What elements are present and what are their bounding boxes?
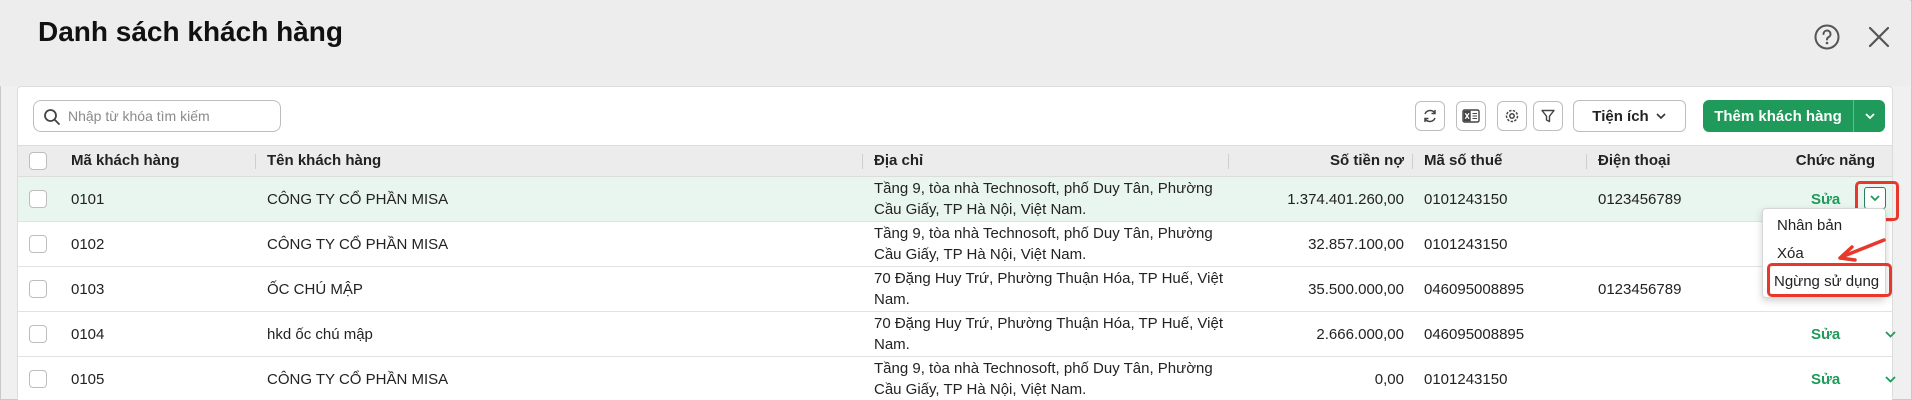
search-input[interactable] (68, 105, 273, 127)
excel-icon (1462, 109, 1480, 123)
customer-name: CÔNG TY CỔ PHẦN MISA (267, 370, 449, 388)
customer-tax-code: 046095008895 (1424, 325, 1525, 343)
refresh-button[interactable] (1415, 101, 1445, 131)
row-checkbox[interactable] (29, 280, 47, 298)
customer-address: 70 Đặng Huy Trứ, Phường Thuận Hóa, TP Hu… (874, 270, 1224, 308)
annotation-arrow-icon (1838, 238, 1886, 262)
customer-address: Tầng 9, tòa nhà Technosoft, phố Duy Tân,… (874, 360, 1213, 398)
table-header: Mã khách hàng Tên khách hàng Địa chỉ Số … (18, 145, 1892, 177)
refresh-icon (1424, 109, 1436, 123)
col-phone[interactable]: Điện thoại (1586, 146, 1671, 176)
search-box[interactable] (33, 100, 281, 132)
page-title: Danh sách khách hàng (38, 16, 343, 47)
table-row[interactable]: 0101 CÔNG TY CỔ PHẦN MISA Tầng 9, tòa nh… (18, 177, 1892, 222)
customer-tax-code: 0101243150 (1424, 370, 1508, 388)
customer-phone: 0123456789 (1598, 280, 1682, 298)
row-checkbox[interactable] (29, 370, 47, 388)
chevron-down-icon[interactable] (1884, 375, 1897, 384)
row-checkbox[interactable] (29, 235, 47, 253)
customer-tax-code: 0101243150 (1424, 235, 1508, 253)
edit-link[interactable]: Sửa (1811, 357, 1840, 400)
customer-phone: 0123456789 (1598, 190, 1682, 208)
row-checkbox[interactable] (29, 190, 47, 208)
col-action: Chức năng (1795, 152, 1875, 169)
settings-button[interactable] (1497, 101, 1527, 131)
customer-name: ỐC CHÚ MẬP (267, 280, 363, 298)
customer-debt: 35.500.000,00 (1308, 280, 1404, 298)
customer-debt: 0,00 (1374, 370, 1404, 388)
table-row[interactable]: 0103 ỐC CHÚ MẬP 70 Đặng Huy Trứ, Phường … (18, 267, 1892, 312)
customer-address: 70 Đặng Huy Trứ, Phường Thuận Hóa, TP Hu… (874, 315, 1224, 353)
add-customer-button-group: Thêm khách hàng (1703, 100, 1885, 132)
filter-button[interactable] (1533, 101, 1563, 131)
customer-code: 0103 (71, 280, 105, 298)
customer-code: 0105 (71, 370, 105, 388)
select-all-checkbox[interactable] (29, 152, 47, 170)
customer-address: Tầng 9, tòa nhà Technosoft, phố Duy Tân,… (874, 180, 1213, 218)
chevron-down-icon (1656, 113, 1666, 120)
table-row[interactable]: 0105 CÔNG TY CỔ PHẦN MISA Tầng 9, tòa nh… (18, 357, 1896, 400)
close-icon[interactable] (1866, 24, 1892, 50)
customer-name: hkd ốc chú mập (267, 325, 373, 343)
col-address[interactable]: Địa chỉ (861, 146, 923, 176)
chevron-down-icon (1864, 113, 1875, 120)
annotation-highlight-deactivate (1767, 263, 1892, 297)
row-checkbox[interactable] (29, 325, 47, 343)
col-name[interactable]: Tên khách hàng (254, 146, 381, 176)
filter-icon (1541, 109, 1555, 123)
customer-debt: 2.666.000,00 (1316, 325, 1404, 343)
help-icon[interactable] (1813, 23, 1841, 51)
customer-name: CÔNG TY CỔ PHẦN MISA (267, 235, 449, 253)
search-icon (44, 109, 60, 125)
customer-address: Tầng 9, tòa nhà Technosoft, phố Duy Tân,… (874, 225, 1213, 263)
utilities-label: Tiện ích (1592, 107, 1649, 125)
export-excel-button[interactable] (1456, 101, 1486, 131)
customer-debt: 1.374.401.260,00 (1287, 190, 1404, 208)
menu-item-duplicate[interactable]: Nhân bản (1777, 217, 1842, 234)
customer-debt: 32.857.100,00 (1308, 235, 1404, 253)
customer-code: 0104 (71, 325, 105, 343)
add-customer-button[interactable]: Thêm khách hàng (1703, 100, 1853, 132)
add-customer-more-button[interactable] (1853, 100, 1885, 132)
col-debt[interactable]: Số tiền nợ (1228, 146, 1404, 176)
edit-link[interactable]: Sửa (1811, 312, 1840, 356)
customer-name: CÔNG TY CỔ PHẦN MISA (267, 190, 449, 208)
menu-item-delete[interactable]: Xóa (1777, 245, 1804, 262)
customer-tax-code: 0101243150 (1424, 190, 1508, 208)
settings-icon (1505, 109, 1519, 123)
customer-code: 0102 (71, 235, 105, 253)
customer-code: 0101 (71, 190, 105, 208)
customer-tax-code: 046095008895 (1424, 280, 1525, 298)
col-code[interactable]: Mã khách hàng (71, 146, 179, 176)
utilities-dropdown[interactable]: Tiện ích (1573, 100, 1686, 132)
table-row[interactable]: 0104 hkd ốc chú mập 70 Đặng Huy Trứ, Phư… (18, 312, 1896, 357)
chevron-down-icon[interactable] (1884, 330, 1897, 339)
col-tax[interactable]: Mã số thuế (1411, 146, 1502, 176)
table-row[interactable]: 0102 CÔNG TY CỔ PHẦN MISA Tầng 9, tòa nh… (18, 222, 1892, 267)
